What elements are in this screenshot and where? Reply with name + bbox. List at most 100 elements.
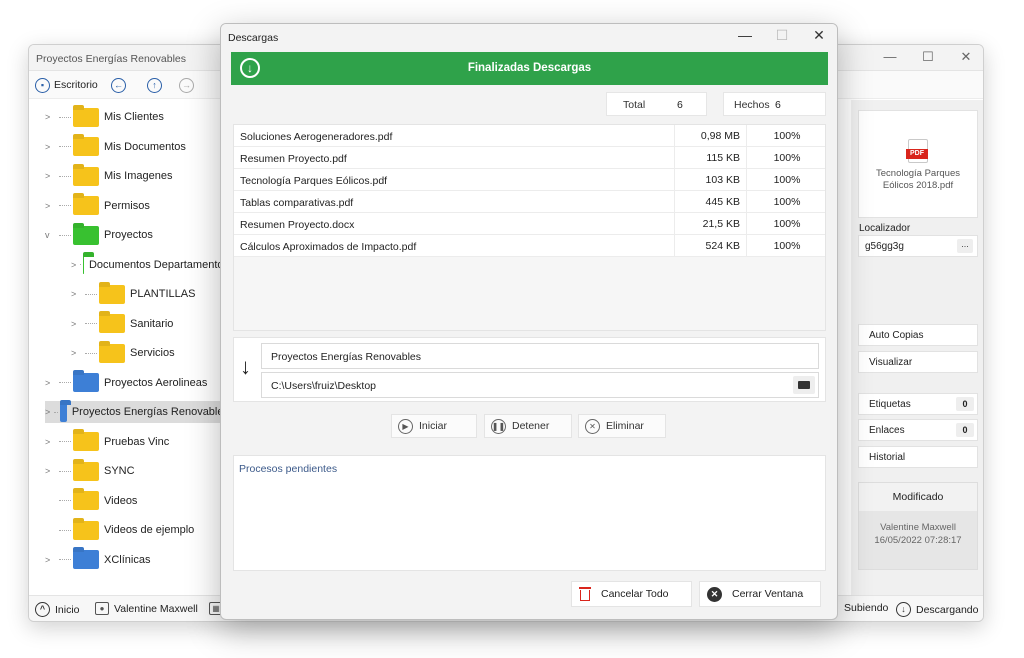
destination-panel: ↓ Proyectos Energías Renovables C:\Users…: [233, 337, 826, 402]
tree-item[interactable]: > Mis Imagenes: [45, 165, 229, 187]
home-button[interactable]: ^ Inicio: [35, 602, 80, 617]
folder-icon: [73, 373, 99, 392]
tree-item[interactable]: > XClínicas: [45, 549, 229, 571]
expand-chevron-icon[interactable]: >: [45, 142, 55, 152]
tree-connector: [59, 382, 71, 383]
expand-chevron-icon[interactable]: >: [45, 112, 55, 122]
x-circle-icon: ✕: [585, 418, 600, 434]
expand-chevron-icon[interactable]: >: [45, 407, 50, 417]
destination-arrow-icon: ↓: [240, 354, 251, 379]
locator-more-button[interactable]: ...: [957, 239, 973, 253]
folder-tree: > Mis Clientes > Mis Documentos > Mis Imagene…: [29, 100, 229, 600]
auto-copies-button[interactable]: Auto Copias: [858, 324, 978, 346]
tree-item[interactable]: > Mis Documentos: [45, 136, 229, 158]
download-name: Resumen Proyecto.pdf: [240, 153, 347, 165]
download-row[interactable]: Tecnología Parques Eólicos.pdf 103 KB 100%: [234, 169, 825, 191]
expand-chevron-icon[interactable]: >: [45, 201, 55, 211]
maximize-icon[interactable]: ☐: [913, 49, 943, 65]
download-progress: 100%: [746, 125, 827, 147]
links-button[interactable]: Enlaces 0: [858, 419, 978, 441]
downloading-indicator[interactable]: ↓ Descargando: [896, 602, 978, 617]
tree-item-label: Mis Clientes: [104, 111, 164, 123]
destination-path-field[interactable]: C:\Users\fruiz\Desktop: [261, 372, 819, 398]
folder-icon: [73, 432, 99, 451]
tree-connector: [59, 529, 71, 531]
tree-item[interactable]: > Proyectos Energías Renovables: [45, 401, 229, 423]
pdf-file-icon: PDF: [906, 139, 928, 163]
modified-date: 16/05/2022 07:28:17: [874, 535, 962, 546]
tree-item-label: Proyectos: [104, 229, 153, 241]
user-button[interactable]: ● Valentine Maxwell: [95, 602, 198, 615]
tree-item[interactable]: > Proyectos Aerolineas: [45, 372, 229, 394]
expand-chevron-icon[interactable]: >: [45, 437, 55, 447]
download-row[interactable]: Resumen Proyecto.pdf 115 KB 100%: [234, 147, 825, 169]
folder-icon: [73, 196, 99, 215]
forward-button[interactable]: →: [179, 76, 194, 94]
download-size: 21,5 KB: [674, 213, 746, 235]
tree-item-label: Mis Imagenes: [104, 170, 173, 182]
download-size: 445 KB: [674, 191, 746, 213]
cancel-all-button[interactable]: Cancelar Todo: [571, 581, 692, 607]
close-window-button[interactable]: ✕ Cerrar Ventana: [699, 581, 821, 607]
delete-button[interactable]: ✕ Eliminar: [578, 414, 666, 438]
done-counter: Hechos 6: [723, 92, 826, 116]
download-row[interactable]: Soluciones Aerogeneradores.pdf 0,98 MB 100…: [234, 125, 825, 147]
tree-connector: [59, 559, 71, 560]
tree-connector: [59, 116, 71, 118]
folder-icon: [99, 284, 125, 304]
history-button[interactable]: Historial: [858, 446, 978, 468]
tree-item-label: Proyectos Aerolineas: [104, 376, 208, 389]
tree-item[interactable]: > SYNC: [45, 460, 229, 482]
download-row[interactable]: Tablas comparativas.pdf 445 KB 100%: [234, 191, 825, 213]
folder-icon: [73, 137, 99, 156]
folder-icon: [82, 255, 84, 274]
dialog-close-icon[interactable]: ✕: [805, 27, 833, 44]
expand-chevron-icon[interactable]: >: [71, 348, 81, 358]
tree-item[interactable]: > Mis Clientes: [45, 106, 229, 128]
expand-chevron-icon[interactable]: >: [45, 466, 55, 476]
back-button[interactable]: ←: [111, 76, 126, 94]
modified-by: Valentine Maxwell: [880, 522, 956, 533]
expand-chevron-icon[interactable]: >: [45, 555, 55, 565]
expand-chevron-icon[interactable]: >: [45, 378, 55, 388]
download-row[interactable]: Resumen Proyecto.docx 21,5 KB 100%: [234, 213, 825, 235]
expand-chevron-icon[interactable]: >: [71, 319, 81, 329]
download-progress: 100%: [746, 191, 827, 213]
destination-project-field[interactable]: Proyectos Energías Renovables: [261, 343, 819, 369]
close-circle-icon: ✕: [707, 586, 722, 602]
tree-item[interactable]: > Sanitario: [71, 313, 229, 335]
desktop-button[interactable]: ▪ Escritorio: [35, 76, 98, 94]
tree-item[interactable]: > PLANTILLAS: [71, 283, 229, 305]
expand-chevron-icon[interactable]: >: [45, 171, 55, 181]
tree-item[interactable]: > Permisos: [45, 195, 229, 217]
modified-label: Modificado: [859, 483, 977, 511]
download-name: Cálculos Aproximados de Impacto.pdf: [240, 241, 417, 253]
download-row[interactable]: Cálculos Aproximados de Impacto.pdf 524 K…: [234, 235, 825, 257]
pending-processes-panel: Procesos pendientes: [233, 455, 826, 571]
tree-item[interactable]: Videos de ejemplo: [45, 519, 229, 541]
pause-icon: ❚❚: [491, 418, 506, 434]
view-button[interactable]: Visualizar: [858, 351, 978, 373]
file-preview[interactable]: PDF Tecnología Parques Eólicos 2018.pdf: [858, 110, 978, 218]
stop-button[interactable]: ❚❚ Detener: [484, 414, 572, 438]
tree-item[interactable]: > Servicios: [71, 342, 229, 364]
tree-item[interactable]: Videos: [45, 490, 229, 512]
folder-browse-icon[interactable]: [793, 376, 815, 394]
expand-chevron-icon[interactable]: v: [45, 230, 55, 240]
start-button[interactable]: ▶ Iniciar: [391, 414, 477, 438]
locator-value: g56gg3g: [865, 241, 904, 252]
close-icon[interactable]: ✕: [951, 49, 981, 65]
tags-button[interactable]: Etiquetas 0: [858, 393, 978, 415]
up-button[interactable]: ↑: [147, 76, 162, 94]
dialog-minimize-icon[interactable]: —: [731, 27, 759, 43]
tree-connector: [54, 411, 58, 413]
locator-field[interactable]: g56gg3g ...: [858, 235, 978, 257]
expand-chevron-icon[interactable]: >: [71, 289, 81, 299]
minimize-icon[interactable]: —: [875, 49, 905, 64]
uploading-indicator[interactable]: Subiendo: [844, 602, 888, 614]
tree-item-label: Sanitario: [130, 317, 174, 330]
expand-chevron-icon[interactable]: >: [71, 260, 76, 270]
tree-item[interactable]: v Proyectos: [45, 224, 229, 246]
tree-item[interactable]: > Pruebas Vinc: [45, 431, 229, 453]
tree-item[interactable]: > Documentos Departamentos: [71, 254, 229, 276]
